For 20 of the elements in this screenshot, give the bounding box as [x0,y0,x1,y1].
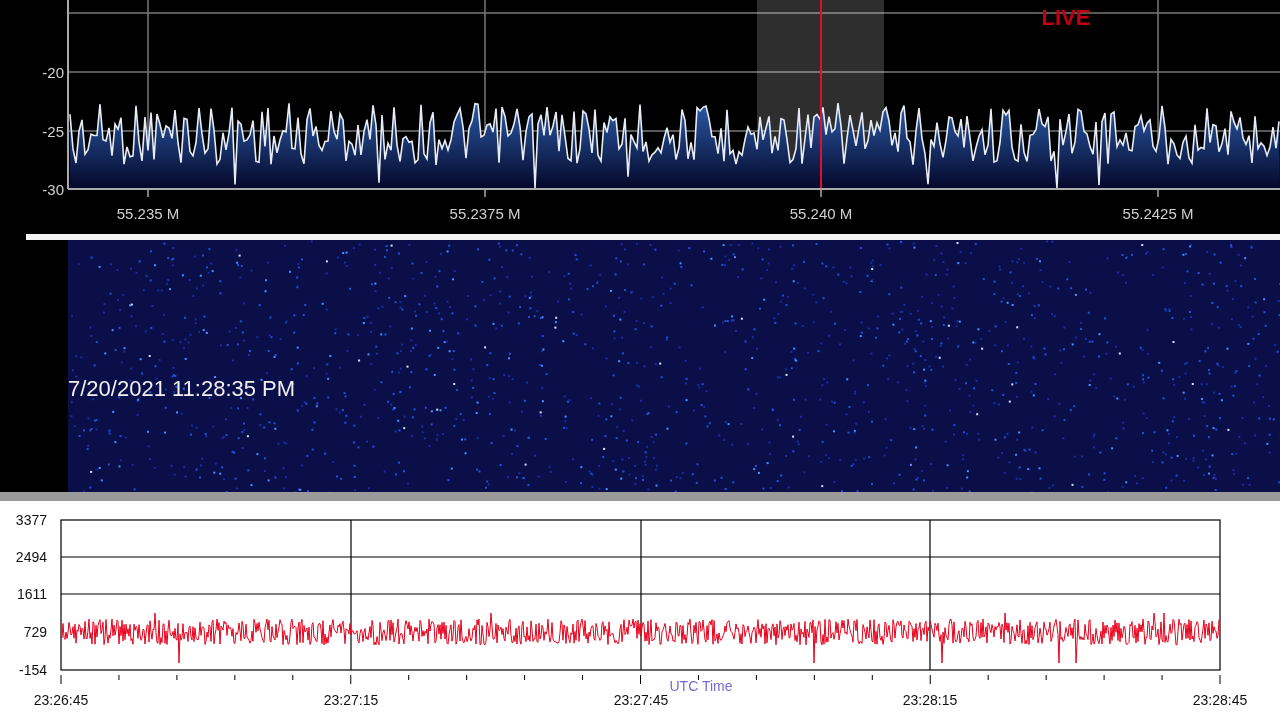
timestamp: 7/20/2021 11:28:35 PM [68,376,296,402]
axis-label: -20 [42,64,64,81]
axis-label: -154 [18,662,47,678]
axis-label: 55.2375 M [449,205,521,222]
axis-label: -25 [42,123,64,140]
axis-label: 3377 [15,512,47,528]
axis-label: 729 [23,624,47,640]
axis-label: 55.240 M [789,205,853,222]
axis-label: 2494 [15,549,47,565]
axis-title: UTC Time [669,678,733,694]
axis-label: 55.235 M [116,205,180,222]
live-indicator: LIVE [1041,5,1091,30]
axis-label: 23:26:45 [33,692,89,708]
axis-label: 23:28:45 [1192,692,1248,708]
axis-label: 1611 [16,586,47,602]
axis-label: -30 [42,181,64,198]
axis-label: 23:28:15 [902,692,958,708]
axis-label: 23:27:15 [323,692,379,708]
axis-label: 23:27:45 [613,692,669,708]
axis-label: 55.2425 M [1122,205,1194,222]
